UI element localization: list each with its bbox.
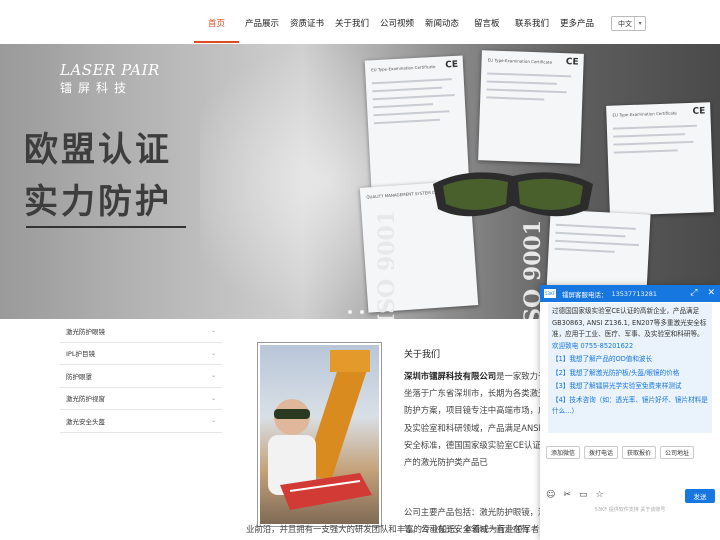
chevron-down-icon: ⌄ <box>210 417 216 425</box>
nav-video[interactable]: 公司视频 <box>380 17 414 29</box>
banner-headline-2: 实力防护 <box>24 182 172 222</box>
brand-logo-text: LASER PAIR <box>60 61 160 79</box>
get-quote-button[interactable]: 获取报价 <box>622 446 657 459</box>
active-nav-indicator <box>194 41 239 43</box>
nav-news[interactable]: 新闻动态 <box>425 17 459 29</box>
sidebar-item-laser-windows[interactable]: 激光防护视窗 ⌄ <box>60 387 222 410</box>
nav-products[interactable]: 产品展示 <box>245 17 279 29</box>
about-title: 关于我们 <box>404 350 441 360</box>
laser-engineer-image <box>268 350 372 510</box>
carousel-dots <box>348 310 364 314</box>
close-icon[interactable]: ✕ <box>707 288 715 298</box>
nav-message-board[interactable]: 留言板 <box>474 17 500 29</box>
product-category-sidebar: 激光防护眼镜 ⌄ IPL护目镜 ⌄ 防护眼罩 ⌄ 激光防护视窗 ⌄ 激光安全头盔 ⌄ <box>60 320 222 433</box>
chevron-down-icon: ▾ <box>634 17 645 30</box>
language-label: 中文 <box>618 19 632 28</box>
chat-header: 53KF 镭屏客服电话： 13537713281 ⤢ ✕ <box>540 285 720 302</box>
sidebar-item-laser-goggles[interactable]: 激光防护眼镜 ⌄ <box>60 320 222 343</box>
banner-headline-1: 欧盟认证 <box>24 130 172 170</box>
ce-mark: CE <box>565 57 579 68</box>
safety-goggles-image <box>433 172 593 217</box>
chat-logo-icon: 53KF <box>544 289 556 298</box>
chevron-down-icon: ⌄ <box>210 394 216 402</box>
chat-toolbar: ☺ ✂ ▭ ☆ <box>546 490 604 500</box>
carousel-dot[interactable] <box>360 310 364 314</box>
certificate-image: EU Type-Examination Certificate CE <box>606 102 714 216</box>
chat-option-tech[interactable]: 【4】技术咨询（如：透光率、镜片好坏、镜片材料是什么...） <box>552 395 708 418</box>
iso-stamp: ISO 9001 <box>374 209 401 319</box>
chat-option-price[interactable]: 【2】我想了解激光防护板/头盔/眼镜的价格 <box>552 368 708 380</box>
nav-about[interactable]: 关于我们 <box>335 17 369 29</box>
folder-icon[interactable]: ▭ <box>579 490 588 500</box>
nav-home[interactable]: 首页 <box>208 17 225 29</box>
chat-phone: 13537713281 <box>611 289 658 298</box>
sidebar-item-ipl-goggles[interactable]: IPL护目镜 ⌄ <box>60 342 222 365</box>
ce-mark: CE <box>692 106 706 117</box>
scissors-icon[interactable]: ✂ <box>563 490 571 500</box>
call-button[interactable]: 拨打电话 <box>584 446 619 459</box>
customer-service-chat[interactable]: 53KF 镭屏客服电话： 13537713281 ⤢ ✕ 过德国国家级实验室CE… <box>540 285 720 540</box>
add-wechat-button[interactable]: 添加微信 <box>546 446 581 459</box>
certificate-image: EU Type-Examination Certificate CE <box>478 50 584 164</box>
hero-banner[interactable]: EU Type-Examination Certificate CE EU Ty… <box>0 44 720 319</box>
ce-mark: CE <box>444 59 459 71</box>
chat-message: 过德国国家级实验室CE认证的高新企业，产品满足GB30863, ANSI Z13… <box>548 303 712 433</box>
chevron-down-icon: ⌄ <box>210 372 216 380</box>
sidebar-item-eye-shields[interactable]: 防护眼罩 ⌄ <box>60 365 222 388</box>
brand-logo-chinese: 镭屏科技 <box>60 81 133 95</box>
carousel-dot[interactable] <box>348 310 352 314</box>
company-address-button[interactable]: 公司地址 <box>660 446 695 459</box>
send-button[interactable]: 发送 <box>685 489 715 503</box>
chevron-down-icon: ⌄ <box>210 327 216 335</box>
top-navigation: 首页 产品展示 资质证书 关于我们 公司视频 新闻动态 留言板 联系我们 更多产… <box>0 0 720 44</box>
company-name: 深圳市镭屏科技有限公司 <box>404 371 497 381</box>
nav-more-products[interactable]: 更多产品 <box>560 17 594 29</box>
star-icon[interactable]: ☆ <box>595 490 603 500</box>
chat-footer: 53KF 提供软件支持 关于该账号 <box>594 507 666 513</box>
nav-contact[interactable]: 联系我们 <box>515 17 549 29</box>
chat-title: 镭屏客服电话： <box>562 290 608 299</box>
chat-option-lab-test[interactable]: 【3】我想了解镭屏光学实验室免费来样测试 <box>552 381 708 393</box>
language-select[interactable]: 中文 ▾ <box>611 16 646 31</box>
expand-icon[interactable]: ⤢ <box>690 288 697 298</box>
emoji-icon[interactable]: ☺ <box>546 490 555 500</box>
welcome-phone-link[interactable]: 欢迎致电 0755-85201622 <box>552 341 708 353</box>
quick-reply-bar: 添加微信 拨打电话 获取报价 公司地址 <box>546 446 695 459</box>
chat-option-od[interactable]: 【1】我想了解产品的OD值和波长 <box>552 354 708 366</box>
headline-divider <box>26 226 186 228</box>
sidebar-item-laser-helmets[interactable]: 激光安全头盔 ⌄ <box>60 410 222 433</box>
chevron-down-icon: ⌄ <box>210 349 216 357</box>
nav-certificates[interactable]: 资质证书 <box>290 17 324 29</box>
about-photo <box>257 342 382 527</box>
